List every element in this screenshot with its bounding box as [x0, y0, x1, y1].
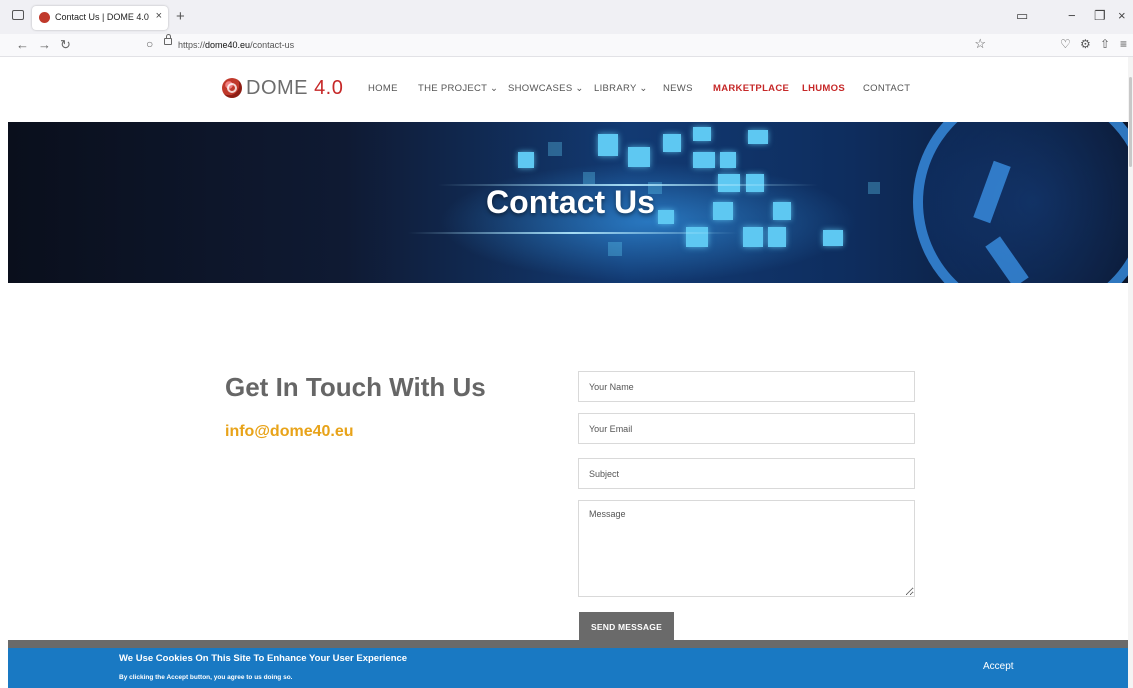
pixel-square [628, 147, 650, 167]
subject-field[interactable] [578, 458, 915, 489]
message-field[interactable] [578, 500, 915, 597]
browser-nav-bar: ← → ↻ ○ https://dome40.eu/contact-us ☆ ♡… [0, 34, 1133, 57]
footer-strip [8, 640, 1133, 648]
name-field[interactable] [578, 371, 915, 402]
address-bar[interactable]: ○ https://dome40.eu/contact-us ☆ [140, 34, 990, 55]
pixel-square [768, 227, 786, 247]
menu-item-marketplace[interactable]: MARKETPLACE [713, 83, 789, 94]
cookie-subtitle: By clicking the Accept button, you agree… [119, 674, 293, 681]
pixel-square [693, 152, 715, 168]
section-heading: Get In Touch With Us [225, 372, 486, 402]
list-tabs-icon[interactable]: ▭ [1016, 8, 1028, 24]
logo-text: DOME 4.0 [246, 77, 344, 99]
window-close-icon[interactable]: × [1118, 8, 1126, 23]
pocket-icon[interactable]: ♡ [1060, 37, 1071, 51]
pixel-square [583, 172, 595, 184]
page-scrollbar[interactable] [1128, 57, 1133, 688]
app-menu-icon[interactable]: ≡ [1120, 37, 1127, 51]
hero-banner: Contact Us [8, 122, 1133, 283]
pixel-square [598, 134, 618, 156]
tab-title: Contact Us | DOME 4.0 - EU Proj [55, 12, 151, 22]
new-tab-icon[interactable]: + [176, 8, 185, 25]
pixel-square [686, 227, 708, 247]
light-streak [408, 232, 738, 234]
dome-favicon-icon [39, 12, 50, 23]
lock-icon[interactable] [164, 34, 172, 45]
pixel-square [663, 134, 681, 152]
email-field[interactable] [578, 413, 915, 444]
scrollbar-thumb[interactable] [1129, 77, 1132, 167]
accept-cookies-button[interactable]: Accept [983, 661, 1014, 672]
bookmark-star-icon[interactable]: ☆ [974, 36, 986, 52]
menu-item-project[interactable]: THE PROJECT ⌄ [418, 83, 498, 94]
reload-icon[interactable]: ↻ [60, 37, 71, 53]
send-message-button[interactable]: SEND MESSAGE [579, 612, 674, 644]
list-all-tabs-icon[interactable] [12, 10, 24, 20]
menu-item-library[interactable]: LIBRARY ⌄ [594, 83, 648, 94]
minimize-icon[interactable]: − [1068, 8, 1076, 23]
pixel-square [548, 142, 562, 156]
browser-tab-bar: Contact Us | DOME 4.0 - EU Proj × + ▭ − … [0, 0, 1133, 34]
site-header: DOME 4.0 HOME THE PROJECT ⌄ SHOWCASES ⌄ … [0, 57, 1133, 122]
cookie-banner: We Use Cookies On This Site To Enhance Y… [8, 648, 1133, 688]
pixel-square [608, 242, 622, 256]
pixel-square [720, 152, 736, 168]
cookie-title: We Use Cookies On This Site To Enhance Y… [119, 653, 408, 664]
pixel-square [693, 127, 711, 141]
pixel-square [743, 227, 763, 247]
page-title: Contact Us [486, 184, 655, 220]
tab-close-icon[interactable]: × [156, 10, 162, 22]
extensions-icon[interactable]: ⚙ [1080, 37, 1091, 51]
menu-item-home[interactable]: HOME [368, 83, 398, 94]
pixel-square [823, 230, 843, 246]
forward-icon[interactable]: → [38, 37, 51, 52]
back-icon[interactable]: ← [16, 37, 29, 52]
restore-icon[interactable]: ❐ [1094, 8, 1106, 24]
menu-item-showcases[interactable]: SHOWCASES ⌄ [508, 83, 584, 94]
url-text[interactable]: https://dome40.eu/contact-us [178, 40, 294, 50]
menu-item-contact[interactable]: CONTACT [863, 83, 910, 94]
contact-email-link[interactable]: info@dome40.eu [225, 423, 354, 441]
pixel-square [518, 152, 534, 168]
menu-item-lhumos[interactable]: LHUMOS [802, 83, 845, 94]
menu-item-news[interactable]: NEWS [663, 83, 693, 94]
hero-glow [438, 162, 858, 282]
dome-logo-icon [222, 78, 242, 98]
tracking-shield-icon[interactable]: ○ [146, 37, 153, 51]
browser-tab[interactable]: Contact Us | DOME 4.0 - EU Proj × [32, 6, 168, 30]
share-icon[interactable]: ⇧ [1100, 37, 1110, 51]
pixel-square [748, 130, 768, 144]
